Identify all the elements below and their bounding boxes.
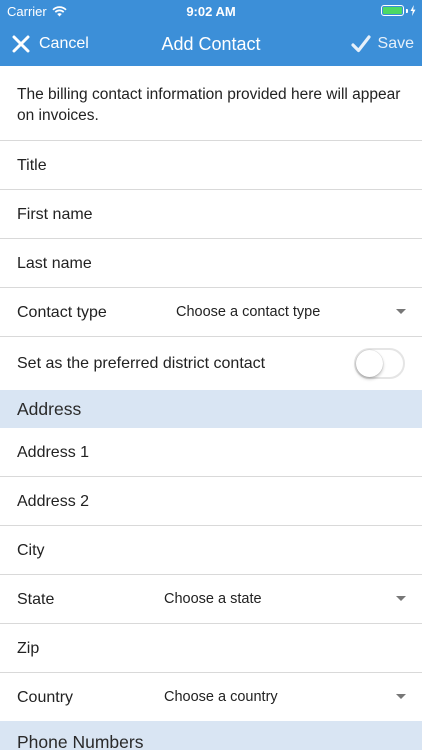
cancel-button[interactable]: Cancel: [12, 22, 89, 66]
close-icon: [12, 35, 30, 53]
phone-section-title: Phone Numbers: [17, 732, 144, 750]
charging-bolt-icon: [410, 5, 416, 16]
contact-type-label: Contact type: [17, 304, 107, 321]
address2-field[interactable]: Address 2: [0, 477, 422, 526]
state-row: State Choose a state: [0, 575, 422, 624]
phone-section-header: Phone Numbers: [0, 721, 422, 750]
save-label: Save: [377, 35, 414, 52]
first-name-field[interactable]: First name: [0, 190, 422, 239]
preferred-contact-row: Set as the preferred district contact: [0, 337, 422, 390]
country-label: Country: [17, 689, 74, 706]
billing-info-text: The billing contact information provided…: [0, 66, 422, 141]
address2-field-label: Address 2: [17, 493, 90, 510]
caret-down-icon: [396, 309, 406, 314]
battery-tip: [406, 8, 408, 13]
preferred-contact-label: Set as the preferred district contact: [17, 355, 266, 372]
status-time: 9:02 AM: [186, 4, 236, 19]
address1-field-label: Address 1: [17, 444, 90, 461]
address1-field[interactable]: Address 1: [0, 428, 422, 477]
zip-field-label: Zip: [17, 640, 40, 657]
caret-down-icon: [396, 596, 406, 601]
address-section-title: Address: [17, 399, 82, 419]
battery-indicator: [381, 5, 416, 16]
address-section-header: Address: [0, 390, 422, 428]
cancel-label: Cancel: [39, 35, 89, 52]
save-button[interactable]: Save: [350, 22, 414, 66]
zip-field[interactable]: Zip: [0, 624, 422, 673]
country-value: Choose a country: [164, 689, 278, 705]
first-name-field-label: First name: [17, 206, 93, 223]
toggle-knob: [356, 350, 383, 377]
preferred-contact-toggle[interactable]: [354, 348, 405, 379]
status-bar: Carrier 9:02 AM: [0, 0, 422, 22]
city-field[interactable]: City: [0, 526, 422, 575]
state-label: State: [17, 591, 55, 608]
checkmark-icon: [350, 35, 371, 53]
nav-bar: Cancel Add Contact Save: [0, 22, 422, 66]
contact-type-select[interactable]: Choose a contact type: [170, 288, 422, 337]
battery-icon: [381, 5, 404, 16]
title-field-label: Title: [17, 157, 47, 174]
contact-type-value: Choose a contact type: [176, 304, 321, 320]
caret-down-icon: [396, 694, 406, 699]
last-name-field-label: Last name: [17, 255, 92, 272]
last-name-field[interactable]: Last name: [0, 239, 422, 288]
title-field[interactable]: Title: [0, 141, 422, 190]
state-select[interactable]: Choose a state: [158, 575, 422, 624]
country-select[interactable]: Choose a country: [158, 673, 422, 721]
country-row: Country Choose a country: [0, 673, 422, 721]
city-field-label: City: [17, 542, 45, 559]
battery-level: [383, 7, 402, 14]
state-value: Choose a state: [164, 591, 262, 607]
contact-type-row: Contact type Choose a contact type: [0, 288, 422, 337]
